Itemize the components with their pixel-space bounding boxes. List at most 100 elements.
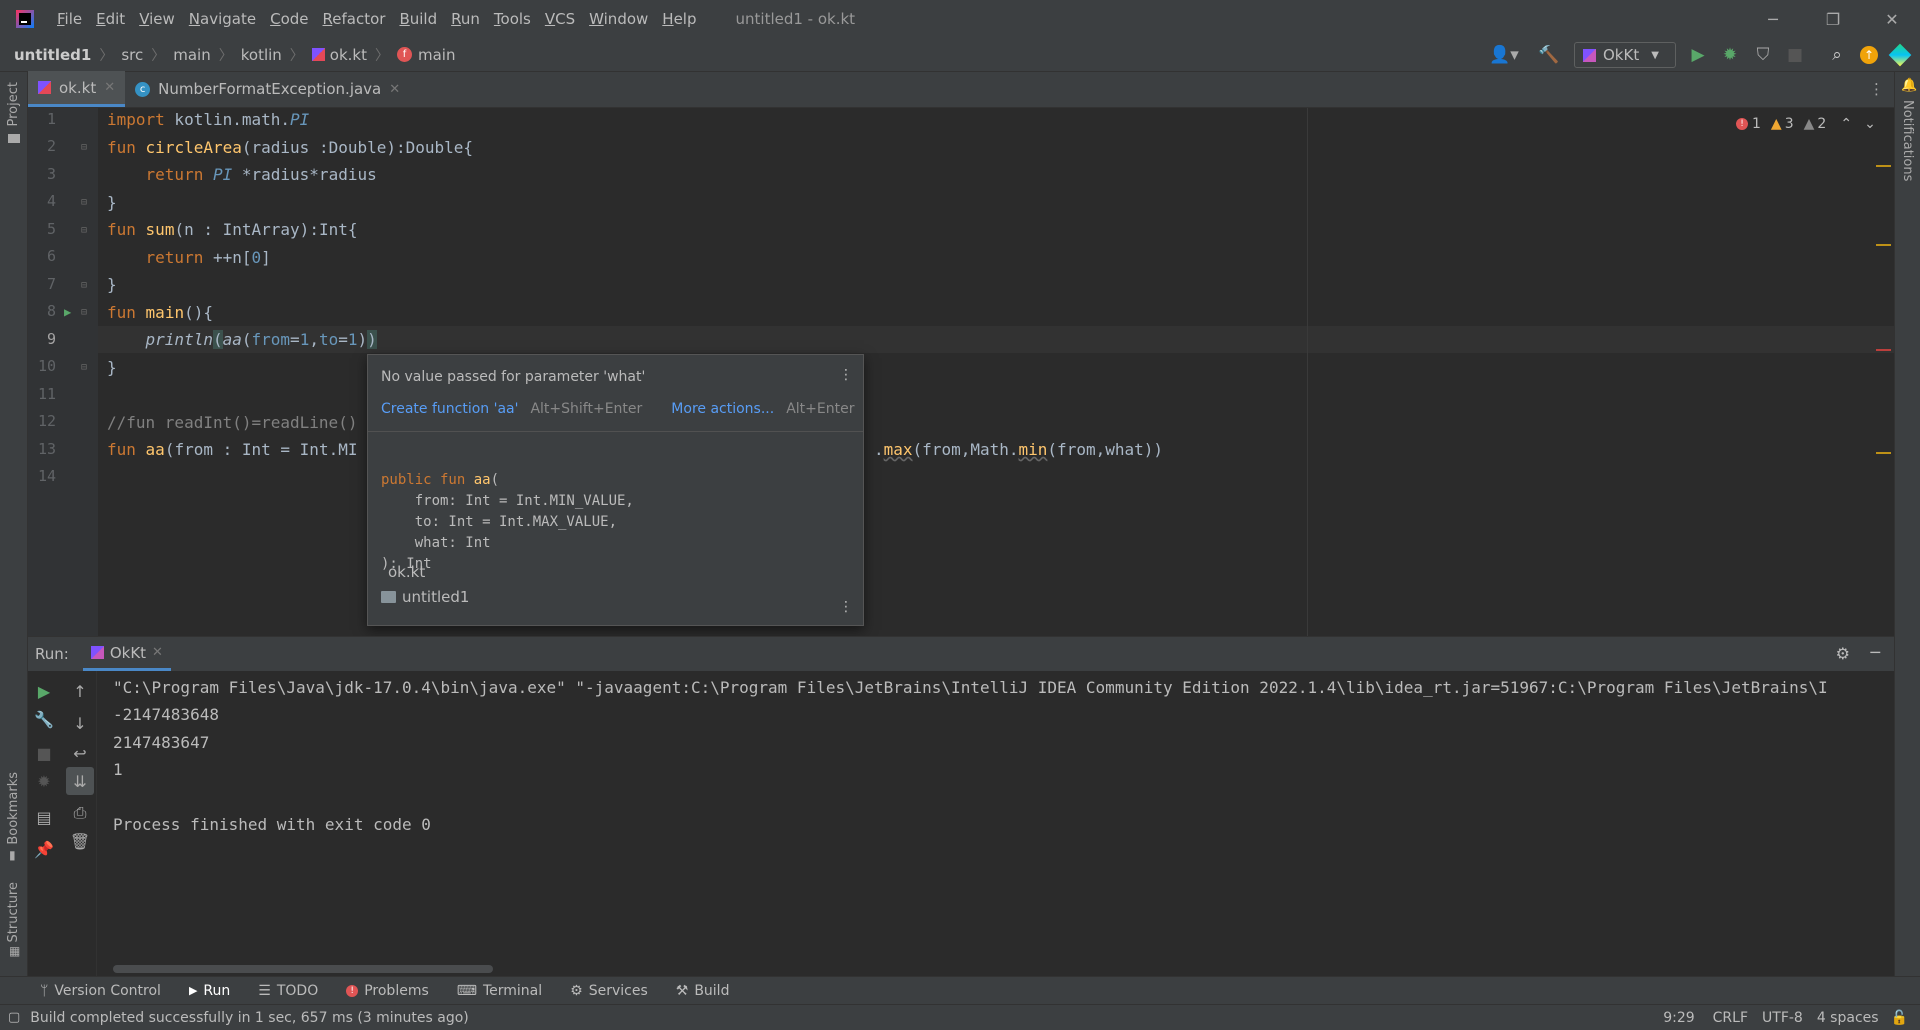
tab-build[interactable]: ⚒ Build [676, 983, 730, 999]
file-encoding[interactable]: UTF-8 [1762, 1010, 1803, 1026]
menu-code[interactable]: Code [263, 10, 315, 28]
arrow-down-icon: ↓ [73, 713, 87, 733]
breadcrumb-main[interactable]: main [173, 46, 210, 64]
main-menu: File Edit View Navigate Code Refactor Bu… [50, 10, 704, 28]
tab-run[interactable]: ▶ Run [189, 983, 230, 999]
tab-todo[interactable]: ☰ TODO [258, 983, 318, 999]
bottom-tab-label: Version Control [54, 982, 161, 999]
gear-icon[interactable]: ⚙ [1836, 644, 1850, 663]
warning-marker[interactable] [1876, 452, 1891, 454]
tab-problems[interactable]: ! Problems [346, 983, 429, 999]
inspection-widget[interactable]: ! 1 ▲ 3 ▲ 2 ⌃ ⌄ [1736, 116, 1876, 132]
account-button[interactable]: 👤▾ [1486, 38, 1522, 72]
tab-services[interactable]: ⚙ Services [570, 983, 648, 999]
console-line-command: "C:\Program Files\Java\jdk-17.0.4\bin\ja… [113, 678, 1828, 697]
notifications-tool-button[interactable]: Notifications [1900, 100, 1915, 181]
terminal-icon: ⌨ [456, 982, 477, 999]
close-tab-icon[interactable]: ✕ [152, 645, 163, 660]
search-button[interactable]: ⌕ [1823, 38, 1851, 72]
signature-line: what: Int [381, 535, 491, 551]
layout-button[interactable]: ▤ [30, 803, 58, 831]
build-button[interactable]: 🔨 [1535, 38, 1563, 72]
run-tab-okkt[interactable]: OkKt ✕ [82, 637, 171, 671]
more-tabs-icon[interactable]: ⋮ [1869, 80, 1884, 98]
menu-navigate[interactable]: Navigate [182, 10, 263, 28]
scroll-down-button[interactable]: ↓ [66, 709, 94, 737]
scroll-to-end-button[interactable]: ⇊ [66, 767, 94, 795]
restore-button[interactable]: ❐ [1805, 0, 1861, 38]
breadcrumb-src[interactable]: src [121, 46, 143, 64]
structure-tool-button[interactable]: Structure [6, 882, 21, 942]
close-window-button[interactable]: ✕ [1864, 0, 1920, 38]
popup-more-icon[interactable]: ⋮ [839, 599, 853, 615]
stop-button[interactable]: ■ [30, 739, 58, 767]
tab-numberformatexception[interactable]: c NumberFormatException.java ✕ [125, 71, 410, 107]
stop-button[interactable]: ■ [1781, 38, 1809, 72]
fold-icon[interactable]: ⊟ [81, 362, 87, 373]
error-marker[interactable] [1876, 349, 1891, 351]
warning-marker[interactable] [1876, 165, 1891, 167]
menu-view[interactable]: View [132, 10, 182, 28]
code-editor[interactable]: 1 2 3 4 5 6 7 8 9 10 11 12 13 14 ▶ ⊟ ⊟ ⊟… [28, 108, 1894, 636]
menu-tools[interactable]: Tools [487, 10, 538, 28]
hide-panel-icon[interactable]: ─ [1870, 643, 1880, 662]
edit-config-button[interactable]: 🔧 [30, 705, 58, 733]
fold-icon[interactable]: ⊟ [81, 197, 87, 208]
create-function-link[interactable]: Create function 'aa' [381, 401, 518, 417]
cursor-position[interactable]: 9:29 [1663, 1010, 1694, 1026]
run-config-selector[interactable]: OkKt ▼ [1574, 42, 1676, 68]
minimize-button[interactable]: ─ [1745, 0, 1801, 38]
menu-edit[interactable]: Edit [89, 10, 132, 28]
breadcrumb-kotlin[interactable]: kotlin [241, 46, 282, 64]
run-button[interactable]: ▶ [1684, 38, 1712, 72]
print-button[interactable]: ⎙ [66, 799, 94, 827]
status-panel-icon[interactable]: ▢ [8, 1010, 20, 1025]
fold-icon[interactable]: ⊟ [81, 307, 87, 318]
close-tab-icon[interactable]: ✕ [104, 80, 115, 95]
scroll-up-button[interactable]: ↑ [66, 677, 94, 705]
breadcrumb-project[interactable]: untitled1 [14, 46, 91, 64]
tab-terminal[interactable]: ⌨ Terminal [457, 983, 542, 999]
fold-icon[interactable]: ⊟ [81, 280, 87, 291]
toolbox-button[interactable] [1886, 38, 1914, 72]
debug-settings-button[interactable]: ✹ [30, 767, 58, 795]
menu-refactor[interactable]: Refactor [316, 10, 393, 28]
menu-help[interactable]: Help [655, 10, 703, 28]
rerun-button[interactable]: ▶ [30, 677, 58, 705]
tab-version-control[interactable]: ᛘ Version Control [40, 983, 161, 999]
menu-build[interactable]: Build [392, 10, 444, 28]
more-actions-link[interactable]: More actions... [671, 401, 774, 417]
chevron-right-icon: 〉 [151, 47, 166, 64]
fold-icon[interactable]: ⊟ [81, 225, 87, 236]
tab-label: NumberFormatException.java [158, 80, 382, 98]
bookmarks-tool-button[interactable]: Bookmarks [6, 772, 21, 845]
soft-wrap-button[interactable]: ↩ [66, 739, 94, 767]
coverage-button[interactable]: ⛉ [1749, 38, 1777, 72]
debug-button[interactable]: ✹ [1716, 38, 1744, 72]
breadcrumb-file[interactable]: ok.kt [330, 46, 367, 64]
next-highlight-icon[interactable]: ⌄ [1864, 116, 1876, 132]
popup-message: No value passed for parameter 'what' [381, 369, 646, 385]
status-bar: ▢ Build completed successfully in 1 sec,… [0, 1004, 1920, 1030]
line-separator[interactable]: CRLF [1713, 1010, 1748, 1026]
clear-all-button[interactable]: 🗑 [66, 827, 94, 855]
tab-ok-kt[interactable]: ok.kt ✕ [28, 71, 126, 107]
popup-menu-icon[interactable]: ⋮ [839, 367, 853, 383]
warning-marker[interactable] [1876, 244, 1891, 246]
horizontal-scrollbar[interactable] [113, 965, 493, 973]
close-tab-icon[interactable]: ✕ [389, 82, 400, 97]
menu-run[interactable]: Run [444, 10, 487, 28]
previous-highlight-icon[interactable]: ⌃ [1840, 116, 1852, 132]
pin-tab-button[interactable]: 📌 [30, 835, 58, 863]
menu-vcs[interactable]: VCS [538, 10, 582, 28]
update-button[interactable]: ↑ [1855, 38, 1883, 72]
fold-icon[interactable]: ⊟ [81, 142, 87, 153]
menu-file[interactable]: File [50, 10, 89, 28]
breadcrumb-function[interactable]: main [418, 46, 455, 64]
run-gutter-icon[interactable]: ▶ [64, 305, 71, 319]
menu-window[interactable]: Window [582, 10, 655, 28]
project-tool-button[interactable]: Project [6, 82, 21, 126]
lock-icon[interactable]: 🔓 [1891, 1010, 1908, 1026]
warning-icon: ▲ [1770, 116, 1782, 132]
indent-setting[interactable]: 4 spaces [1817, 1010, 1879, 1026]
